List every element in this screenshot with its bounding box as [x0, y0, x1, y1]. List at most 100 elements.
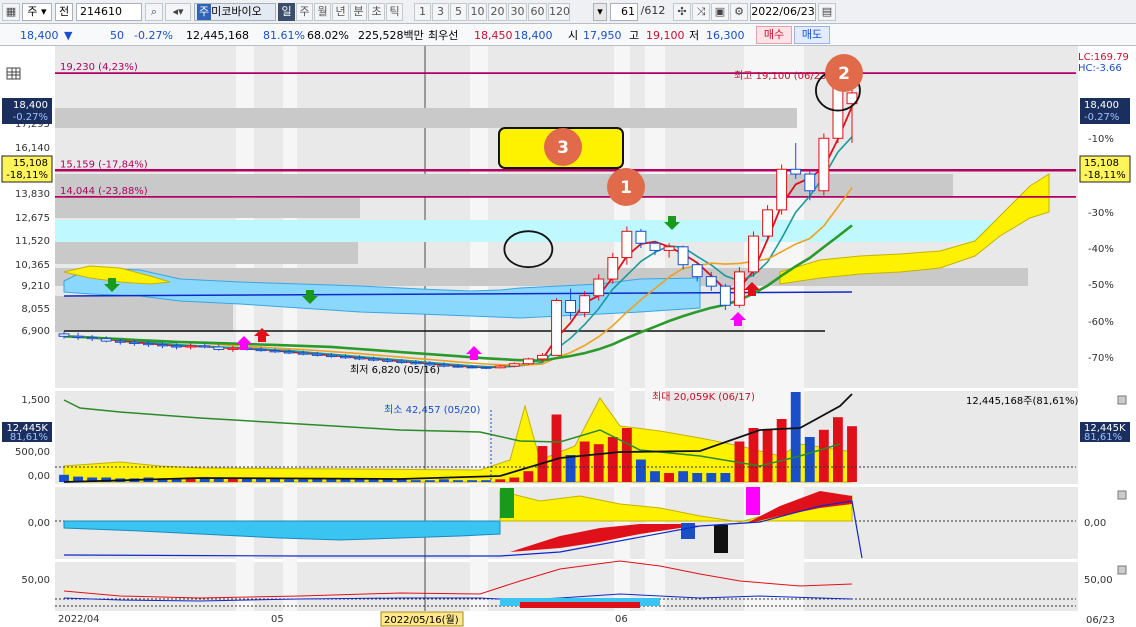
candle-body — [255, 348, 267, 352]
pct-tick: -70% — [1088, 353, 1114, 364]
badge-label: 1 — [620, 178, 632, 198]
code-input[interactable]: 214610 — [76, 3, 142, 21]
low-annotation: 최저 6,820 (05/16) — [350, 364, 440, 376]
stoch-tick: 50,00 — [21, 575, 50, 586]
left-mid-box-value: 15,108 — [13, 158, 48, 169]
pct-tick: -50% — [1088, 280, 1114, 291]
price-level-label: 14,044 (-23,88%) — [60, 186, 148, 197]
volume-bar — [410, 480, 421, 482]
period-button-0[interactable]: 일 — [278, 3, 295, 21]
candle-body — [677, 246, 689, 266]
badge-label: 2 — [838, 64, 850, 84]
direction-icon: ▼ — [64, 29, 73, 42]
turnover: 68.02% — [307, 29, 349, 42]
candle-body — [776, 168, 788, 211]
gear-icon[interactable]: ⚙ — [730, 3, 748, 21]
price-tick: 6,900 — [21, 326, 50, 337]
candle-body — [565, 300, 576, 313]
macd-right-tick: 0,00 — [1084, 518, 1106, 529]
collapse-icon[interactable] — [1117, 490, 1127, 500]
interval-dropdown[interactable]: ▾ — [593, 3, 607, 21]
macd-hist-blue — [681, 523, 695, 539]
candle-body — [790, 168, 802, 175]
candle-body — [354, 357, 365, 360]
best-bid: 18,400 — [514, 29, 553, 42]
volume-ratio: 81.61% — [263, 29, 305, 42]
crosshair-icon[interactable]: ✣ — [673, 3, 691, 21]
total-count: /612 — [640, 4, 666, 17]
buy-button[interactable]: 매수 — [756, 26, 792, 44]
candle-body — [551, 300, 562, 356]
candle-body — [607, 257, 619, 280]
interval-button-7[interactable]: 120 — [548, 3, 570, 21]
interval-button-0[interactable]: 1 — [414, 3, 431, 21]
stock-name-field[interactable]: 주 미코바이오 — [194, 3, 276, 21]
collapse-icon[interactable] — [1117, 395, 1127, 405]
best-ask-label: 최우선 — [428, 29, 459, 42]
change-value: 50 — [110, 29, 124, 42]
open-price: 17,950 — [583, 29, 622, 42]
candle-body — [480, 366, 492, 369]
interval-button-4[interactable]: 20 — [488, 3, 507, 21]
sound-icon[interactable]: ◂▾ — [165, 3, 191, 21]
volume-bar — [453, 480, 463, 482]
count-input[interactable]: 61 — [610, 3, 638, 21]
candle-body — [748, 235, 759, 273]
collapse-icon[interactable] — [1117, 565, 1127, 575]
right-mid-box-value: 15,108 — [1084, 158, 1119, 169]
zoom-icon[interactable]: ▣ — [711, 3, 729, 21]
candle-body — [325, 354, 337, 358]
hc-label: HC:-3.66 — [1078, 63, 1122, 74]
trade-amount: 225,528백만 — [358, 29, 424, 42]
candle-body — [691, 264, 703, 278]
period-button-1[interactable]: 주 — [296, 3, 313, 21]
candle-body — [832, 87, 844, 139]
interval-button-1[interactable]: 3 — [432, 3, 449, 21]
interval-button-3[interactable]: 10 — [468, 3, 487, 21]
volume-bar — [439, 479, 449, 482]
candle-body — [649, 242, 661, 251]
candle-body — [663, 246, 675, 251]
market-type-select[interactable]: 주 ▾ — [22, 3, 52, 21]
candle-body — [86, 336, 98, 340]
period-button-6[interactable]: 틱 — [386, 3, 403, 21]
stock-chart[interactable]: 19,230 (4,23%) 15,159 (-17,84%) 14,044 (-2… — [0, 46, 1136, 627]
x-label-may: 05 — [271, 614, 284, 625]
vol-tick-3: 0,00 — [28, 471, 50, 482]
interval-button-5[interactable]: 30 — [508, 3, 527, 21]
volume-bar — [579, 441, 590, 482]
interval-button-2[interactable]: 5 — [450, 3, 467, 21]
candle-body — [297, 352, 309, 355]
candle-body — [171, 345, 182, 348]
scope-select[interactable]: 전 — [55, 3, 73, 21]
period-button-5[interactable]: 초 — [368, 3, 385, 21]
candle-body — [396, 360, 408, 364]
grid-menu-icon[interactable]: ▦ — [2, 3, 20, 21]
low-price: 16,300 — [706, 29, 745, 42]
volume-max-annotation: 최대 20,059K (06/17) — [652, 391, 755, 403]
volume-value: 12,445,168 — [186, 29, 249, 42]
x-label-right: 06/23 — [1086, 615, 1115, 626]
vol-tick-1: 1,500 — [21, 395, 50, 406]
stock-prefix-badge: 주 — [197, 4, 212, 20]
pct-tick: -10% — [1088, 134, 1114, 145]
price-tick: 16,140 — [15, 143, 50, 154]
candle-body — [128, 341, 140, 344]
period-button-4[interactable]: 분 — [350, 3, 367, 21]
interval-button-6[interactable]: 60 — [528, 3, 547, 21]
split-icon[interactable]: ⤨ — [692, 3, 710, 21]
period-button-3[interactable]: 년 — [332, 3, 349, 21]
candle-body — [213, 346, 225, 350]
sell-button[interactable]: 매도 — [794, 26, 830, 44]
volume-bar — [565, 455, 576, 482]
period-button-2[interactable]: 월 — [314, 3, 331, 21]
vol-right-box-pct: 81,61% — [1084, 432, 1122, 443]
price-band — [55, 108, 797, 128]
candle-body — [311, 353, 323, 356]
date-input[interactable]: 2022/06/23 — [750, 3, 816, 21]
calendar-icon[interactable]: ▤ — [818, 3, 836, 21]
search-icon[interactable]: ⌕ — [145, 3, 163, 21]
price-tick: 9,210 — [21, 281, 50, 292]
right-price-box-value: 18,400 — [1084, 100, 1119, 111]
volume-bar — [720, 473, 731, 482]
